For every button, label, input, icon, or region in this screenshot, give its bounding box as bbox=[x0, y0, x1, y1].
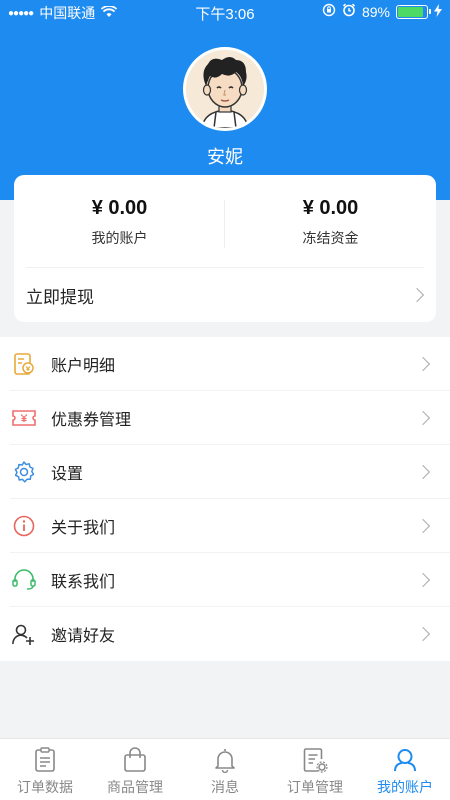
menu-item-invite-friends[interactable]: 邀请好友 bbox=[0, 607, 450, 661]
tab-order-data[interactable]: 订单数据 bbox=[0, 739, 90, 800]
frozen-funds[interactable]: ¥ 0.00 冻结资金 bbox=[225, 197, 436, 248]
coupon-icon bbox=[10, 404, 38, 432]
tab-label: 我的账户 bbox=[377, 779, 433, 795]
menu-item-about-us[interactable]: 关于我们 bbox=[0, 499, 450, 553]
frozen-funds-label: 冻结资金 bbox=[302, 230, 359, 246]
username: 安妮 bbox=[207, 147, 243, 167]
menu-item-coupon-management[interactable]: 优惠券管理 bbox=[0, 391, 450, 445]
withdraw-now-label: 立即提现 bbox=[26, 287, 94, 307]
avatar[interactable] bbox=[183, 47, 267, 131]
tab-product-management[interactable]: 商品管理 bbox=[90, 739, 180, 800]
chevron-right-icon bbox=[415, 356, 431, 372]
tab-label: 订单数据 bbox=[17, 779, 73, 795]
tab-messages[interactable]: 消息 bbox=[180, 739, 270, 800]
shopping-bag-icon bbox=[121, 746, 149, 774]
chevron-right-icon bbox=[415, 518, 431, 534]
menu-item-label: 优惠券管理 bbox=[51, 412, 132, 429]
user-icon bbox=[391, 746, 419, 774]
order-settings-icon bbox=[301, 746, 329, 774]
alarm-icon bbox=[342, 3, 356, 20]
battery-icon bbox=[396, 4, 431, 19]
menu-item-label: 邀请好友 bbox=[51, 628, 116, 645]
tab-label: 订单管理 bbox=[287, 779, 343, 795]
account-balance-amount: ¥ 0.00 bbox=[91, 197, 148, 219]
menu-item-account-details[interactable]: 账户明细 bbox=[0, 337, 450, 391]
menu-item-settings[interactable]: 设置 bbox=[0, 445, 450, 499]
profile-header: ●●●●● 中国联通 下午3:06 89% 安妮 bbox=[0, 0, 450, 200]
bell-icon bbox=[211, 746, 239, 774]
bottom-tab-bar: 订单数据 商品管理 消息 订单管理 我的账户 bbox=[0, 738, 450, 800]
info-icon bbox=[10, 512, 38, 540]
tab-my-account[interactable]: 我的账户 bbox=[360, 739, 450, 800]
menu-item-label: 设置 bbox=[51, 466, 84, 483]
account-balance-label: 我的账户 bbox=[91, 230, 148, 246]
status-bar: ●●●●● 中国联通 下午3:06 89% bbox=[0, 0, 450, 24]
account-balance[interactable]: ¥ 0.00 我的账户 bbox=[14, 197, 225, 248]
ledger-icon bbox=[10, 350, 38, 378]
tab-label: 商品管理 bbox=[107, 779, 163, 795]
tab-order-management[interactable]: 订单管理 bbox=[270, 739, 360, 800]
chevron-right-icon bbox=[415, 410, 431, 426]
withdraw-now-row[interactable]: 立即提现 bbox=[14, 268, 436, 322]
menu-item-contact-us[interactable]: 联系我们 bbox=[0, 553, 450, 607]
frozen-funds-amount: ¥ 0.00 bbox=[302, 197, 359, 219]
clipboard-icon bbox=[31, 746, 59, 774]
tab-label: 消息 bbox=[211, 779, 239, 795]
gear-icon bbox=[10, 458, 38, 486]
chevron-right-icon bbox=[415, 572, 431, 588]
account-menu: 账户明细 优惠券管理 设置 关于我们 联系我们 邀请好友 bbox=[0, 337, 450, 661]
chevron-right-icon bbox=[415, 464, 431, 480]
headset-icon bbox=[10, 566, 38, 594]
chevron-right-icon bbox=[415, 626, 431, 642]
rotation-lock-icon bbox=[322, 3, 336, 20]
charging-icon bbox=[434, 3, 442, 20]
chevron-right-icon bbox=[409, 287, 425, 303]
battery-percent: 89% bbox=[361, 3, 390, 20]
menu-item-label: 账户明细 bbox=[51, 358, 116, 375]
add-user-icon bbox=[10, 620, 38, 648]
menu-item-label: 关于我们 bbox=[51, 520, 116, 537]
balance-card: ¥ 0.00 我的账户 ¥ 0.00 冻结资金 立即提现 bbox=[14, 175, 436, 322]
menu-item-label: 联系我们 bbox=[51, 574, 116, 591]
